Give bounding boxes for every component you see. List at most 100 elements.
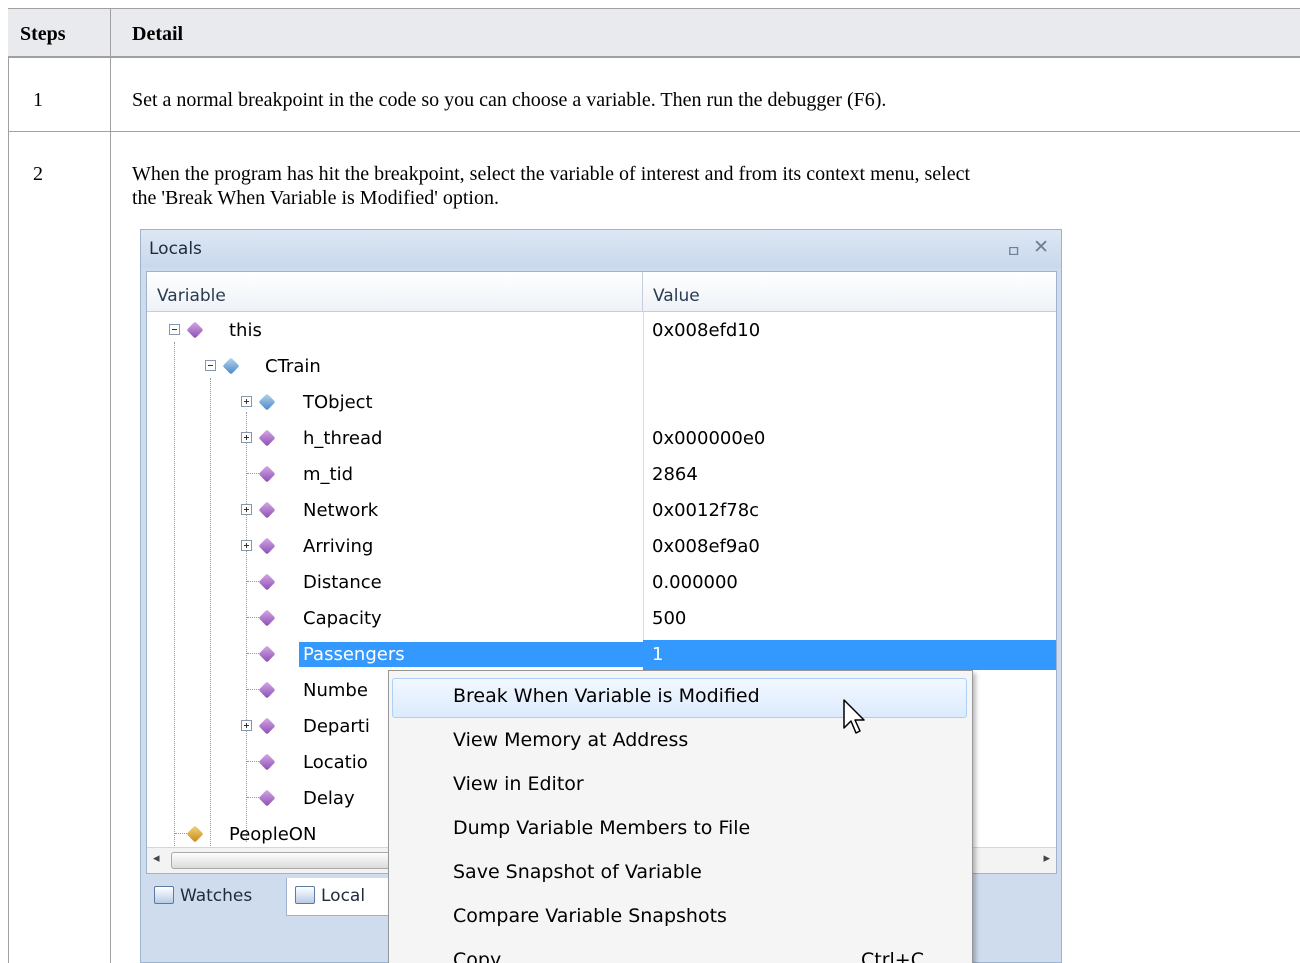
- variable-value: 500: [652, 608, 687, 629]
- variable-name: Departi: [303, 716, 370, 737]
- variable-name: Network: [303, 500, 379, 521]
- tree-row[interactable]: Network 0x0012f78c: [147, 492, 1056, 528]
- pin-icon[interactable]: ㅁ: [1006, 238, 1021, 262]
- menu-item-view-memory[interactable]: View Memory at Address: [389, 719, 972, 763]
- variable-name: PeopleON: [229, 824, 317, 845]
- tab-watches[interactable]: Watches: [146, 878, 284, 916]
- menu-item-break-when-modified[interactable]: Break When Variable is Modified: [389, 675, 972, 719]
- menu-item-label: View in Editor: [453, 773, 584, 795]
- tab-label: Local: [321, 886, 366, 906]
- scroll-left-icon[interactable]: ◂: [153, 851, 160, 866]
- tree-row[interactable]: Distance 0.000000: [147, 564, 1056, 600]
- variable-name: Locatio: [303, 752, 368, 773]
- table-header: Steps Detail: [8, 8, 1300, 58]
- menu-item-label: View Memory at Address: [453, 729, 689, 751]
- tree-row[interactable]: m_tid 2864: [147, 456, 1056, 492]
- tree-row[interactable]: CTrain: [147, 348, 1056, 384]
- variable-icon: [258, 537, 276, 555]
- expand-icon[interactable]: [241, 720, 252, 731]
- scrollbar-thumb[interactable]: [171, 852, 391, 869]
- variable-value: 0x000000e0: [652, 428, 766, 449]
- tree-line: [247, 653, 259, 654]
- variable-icon: [258, 501, 276, 519]
- variable-icon: [258, 609, 276, 627]
- variable-name: Distance: [303, 572, 382, 593]
- locals-icon: [295, 886, 315, 904]
- variable-value: 2864: [652, 464, 698, 485]
- variable-icon: [258, 573, 276, 591]
- menu-item-shortcut: Ctrl+C: [861, 949, 924, 963]
- header-detail: Detail: [132, 23, 184, 45]
- expand-icon[interactable]: [241, 432, 252, 443]
- step-detail-1: Set a normal breakpoint in the code so y…: [132, 89, 887, 111]
- variable-icon: [258, 429, 276, 447]
- header-steps: Steps: [20, 23, 66, 45]
- menu-item-label: Save Snapshot of Variable: [453, 861, 702, 883]
- menu-item-view-in-editor[interactable]: View in Editor: [389, 763, 972, 807]
- variable-icon: [258, 681, 276, 699]
- expand-icon[interactable]: [241, 540, 252, 551]
- column-header-value[interactable]: Value: [643, 272, 1056, 312]
- variable-icon: [186, 825, 204, 843]
- menu-item-label: Copy: [453, 949, 502, 963]
- variable-icon: [258, 717, 276, 735]
- variable-icon: [258, 465, 276, 483]
- variable-name: TObject: [303, 392, 373, 413]
- column-divider: [110, 8, 111, 963]
- tree-line: [247, 797, 259, 798]
- step-detail-2-line2: the 'Break When Variable is Modified' op…: [132, 187, 499, 209]
- step-number-1: 1: [33, 89, 43, 111]
- variable-name: Passengers: [299, 642, 643, 667]
- expand-icon[interactable]: [241, 504, 252, 515]
- tree-line: [247, 761, 259, 762]
- close-icon[interactable]: ✕: [1033, 236, 1049, 258]
- scroll-right-icon[interactable]: ▸: [1043, 851, 1050, 866]
- variable-name: Delay: [303, 788, 355, 809]
- menu-item-dump-members[interactable]: Dump Variable Members to File: [389, 807, 972, 851]
- table-border-left: [8, 8, 9, 963]
- tree-row-selected[interactable]: Passengers 1: [147, 636, 1056, 672]
- variable-name: this: [229, 320, 262, 341]
- tree-line: [247, 473, 259, 474]
- variable-icon: [258, 645, 276, 663]
- tab-label: Watches: [180, 886, 253, 906]
- tree-row[interactable]: h_thread 0x000000e0: [147, 420, 1056, 456]
- tab-locals[interactable]: Local: [286, 878, 396, 916]
- variable-name: Numbe: [303, 680, 368, 701]
- column-header-variable[interactable]: Variable: [147, 272, 643, 312]
- variable-value: 0.000000: [652, 572, 738, 593]
- tree-line: [175, 833, 187, 834]
- menu-item-compare-snapshots[interactable]: Compare Variable Snapshots: [389, 895, 972, 939]
- menu-item-label: Break When Variable is Modified: [453, 685, 760, 707]
- tree-line: [247, 581, 259, 582]
- step-number-2: 2: [33, 163, 43, 185]
- variable-value: 0x008ef9a0: [652, 536, 760, 557]
- class-icon: [258, 393, 276, 411]
- collapse-icon[interactable]: [169, 324, 180, 335]
- expand-icon[interactable]: [241, 396, 252, 407]
- menu-item-label: Dump Variable Members to File: [453, 817, 751, 839]
- menu-item-copy[interactable]: Copy Ctrl+C: [389, 939, 972, 963]
- collapse-icon[interactable]: [205, 360, 216, 371]
- menu-item-save-snapshot[interactable]: Save Snapshot of Variable: [389, 851, 972, 895]
- variable-icon: [258, 789, 276, 807]
- tree-row[interactable]: Capacity 500: [147, 600, 1056, 636]
- variable-value: 1: [652, 644, 664, 665]
- tree-row[interactable]: TObject: [147, 384, 1056, 420]
- variable-name: m_tid: [303, 464, 354, 485]
- selection-highlight: [643, 640, 1056, 670]
- menu-item-label: Compare Variable Snapshots: [453, 905, 727, 927]
- step-detail-2-line1: When the program has hit the breakpoint,…: [132, 163, 971, 185]
- row-divider: [8, 131, 1300, 132]
- tree-row[interactable]: this 0x008efd10: [147, 312, 1056, 348]
- variable-value: 0x0012f78c: [652, 500, 760, 521]
- context-menu: Break When Variable is Modified View Mem…: [388, 670, 973, 963]
- variable-icon: [186, 321, 204, 339]
- watches-icon: [154, 886, 174, 904]
- tree-row[interactable]: Arriving 0x008ef9a0: [147, 528, 1056, 564]
- variable-icon: [258, 753, 276, 771]
- variable-name: CTrain: [265, 356, 321, 377]
- class-icon: [222, 357, 240, 375]
- pane-title-bar: Locals ㅁ ✕: [141, 230, 1061, 268]
- variable-name: Arriving: [303, 536, 374, 557]
